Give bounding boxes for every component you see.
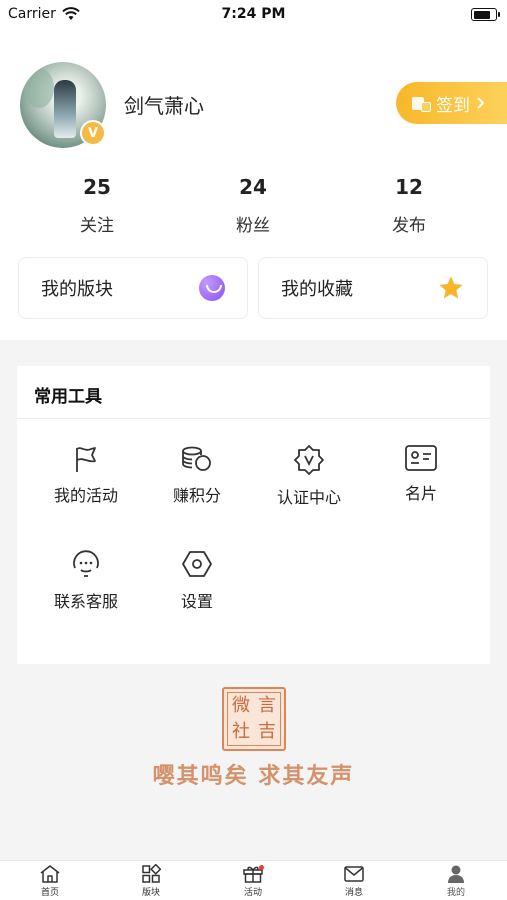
stat-label: 发布	[392, 216, 426, 236]
id-card-icon	[405, 445, 437, 471]
stat-label: 粉丝	[236, 216, 270, 236]
stat-value: 24	[239, 175, 267, 199]
tool-label: 联系客服	[53, 592, 118, 611]
stat-label: 关注	[80, 216, 114, 236]
tab-mine[interactable]: 我的	[426, 864, 486, 898]
my-boards-label: 我的版块	[41, 279, 113, 300]
avatar-figure	[54, 80, 76, 138]
tool-label: 我的活动	[53, 486, 118, 505]
motto-text: 嘤其鸣矣 求其友声	[152, 763, 355, 789]
stats-row: 25 关注 24 粉丝 12 发布	[0, 175, 507, 245]
chevron-right-icon	[477, 97, 485, 109]
stat-posts[interactable]: 12 发布	[359, 175, 459, 236]
battery-icon	[471, 8, 500, 21]
checkin-label: 签到	[436, 95, 470, 116]
tool-earn-points[interactable]: 赚积分	[142, 444, 252, 506]
tab-label: 我的	[446, 888, 465, 898]
tool-business-card[interactable]: 名片	[366, 444, 476, 504]
user-icon	[448, 865, 464, 883]
seal-char: 言	[258, 695, 276, 716]
tool-settings[interactable]: 设置	[142, 548, 252, 612]
chat-bubble-icon	[199, 275, 225, 301]
common-tools-panel: 常用工具 我的活动 赚积分 认证中心 名片 联系客服 设置	[17, 366, 490, 664]
seal-logo: 微 言 社 吉	[222, 687, 286, 751]
avatar-background	[24, 68, 54, 108]
tab-bar: 首页 版块 活动 消息 我的	[0, 860, 507, 900]
star-icon	[439, 276, 463, 299]
seal-char: 微	[232, 695, 250, 716]
my-favorites-card[interactable]: 我的收藏	[258, 257, 488, 319]
home-icon	[40, 865, 60, 883]
tool-contact-support[interactable]: 联系客服	[31, 548, 141, 612]
mail-icon	[344, 866, 364, 882]
tools-title: 常用工具	[34, 387, 102, 407]
tab-label: 版块	[141, 888, 160, 898]
tool-label: 设置	[180, 592, 213, 611]
stat-value: 12	[395, 175, 423, 199]
tab-label: 首页	[40, 888, 59, 898]
tab-activities[interactable]: 活动	[223, 864, 283, 898]
tab-label: 消息	[344, 888, 363, 898]
verified-badge-icon: V	[80, 120, 106, 146]
my-boards-card[interactable]: 我的版块	[18, 257, 248, 319]
notification-dot	[259, 865, 264, 870]
status-bar: Carrier 7:24 PM	[0, 0, 507, 30]
status-time: 7:24 PM	[221, 6, 286, 22]
tool-my-activities[interactable]: 我的活动	[31, 444, 141, 506]
username: 剑气萧心	[124, 94, 204, 118]
seal-char: 社	[232, 721, 250, 742]
seal-inner: 微 言 社 吉	[227, 692, 281, 746]
flag-icon	[76, 447, 96, 472]
profile-section: V 剑气萧心 签到 25 关注 24 粉丝 12 发布 我的版块 我的收藏	[0, 30, 507, 340]
headset-icon	[73, 550, 99, 577]
tool-certification-center[interactable]: 认证中心	[254, 444, 364, 508]
tab-home[interactable]: 首页	[20, 864, 80, 898]
tab-label: 活动	[243, 888, 262, 898]
tool-label: 名片	[404, 484, 437, 503]
stat-following[interactable]: 25 关注	[47, 175, 147, 236]
tab-boards[interactable]: 版块	[121, 864, 181, 898]
shortcut-cards: 我的版块 我的收藏	[18, 257, 488, 319]
badge-icon	[294, 445, 324, 475]
stat-value: 25	[83, 175, 111, 199]
gear-icon	[182, 551, 212, 577]
tab-messages[interactable]: 消息	[324, 864, 384, 898]
stat-followers[interactable]: 24 粉丝	[203, 175, 303, 236]
coins-icon	[182, 446, 211, 471]
grid-icon	[142, 864, 161, 883]
checkin-button[interactable]: 签到	[396, 82, 507, 124]
checkin-icon	[412, 95, 431, 112]
my-favorites-label: 我的收藏	[281, 279, 353, 300]
seal-char: 吉	[258, 721, 276, 742]
tool-label: 赚积分	[172, 486, 221, 505]
tool-label: 认证中心	[276, 488, 341, 507]
divider	[17, 418, 490, 419]
battery-fill	[473, 10, 490, 19]
